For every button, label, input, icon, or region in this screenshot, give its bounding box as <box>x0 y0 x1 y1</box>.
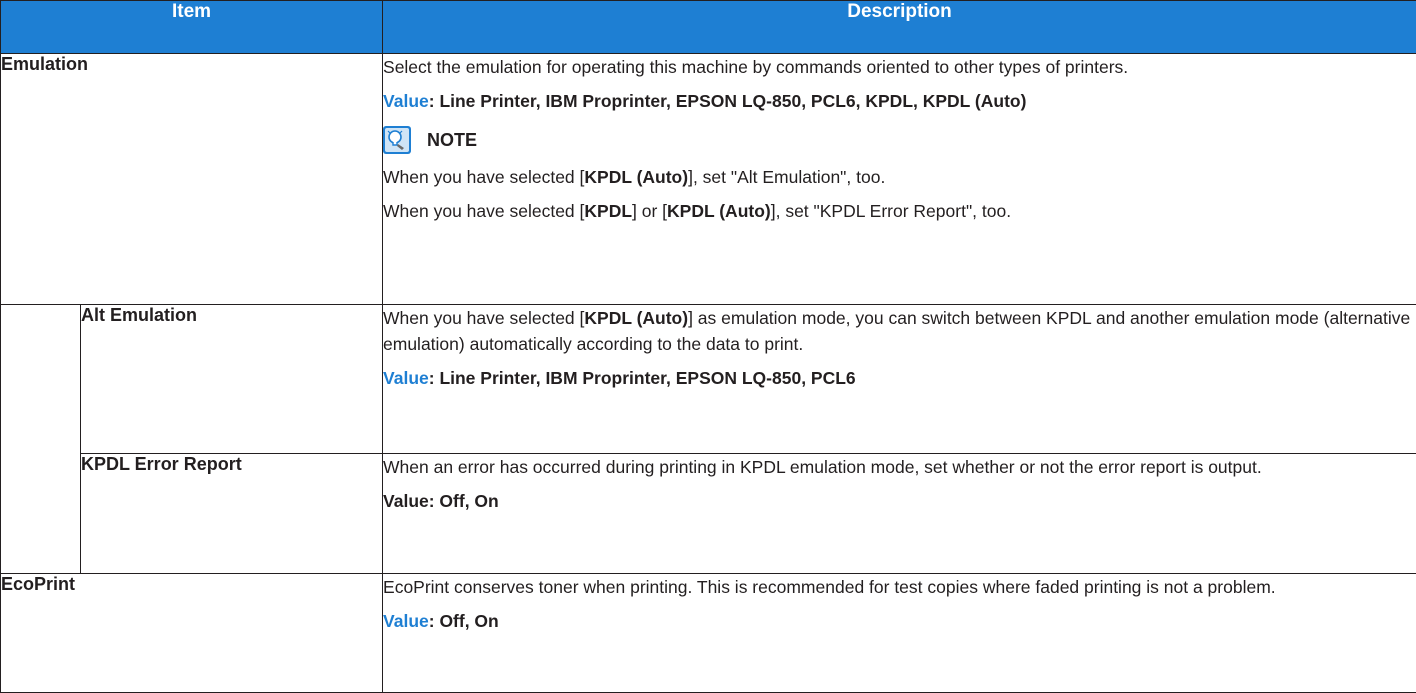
header-description: Description <box>382 0 1416 54</box>
table-row-emulation: Emulation Select the emulation for opera… <box>0 52 1416 306</box>
table-row-ecoprint: EcoPrint EcoPrint conserves toner when p… <box>0 573 1416 693</box>
ecoprint-description: EcoPrint conserves toner when printing. … <box>383 577 1276 598</box>
note-line-2: When you have selected [KPDL] or [KPDL (… <box>383 200 1012 221</box>
ecoprint-value-text: : Off, On <box>428 611 499 632</box>
item-kpdl-error-report: KPDL Error Report <box>79 453 384 575</box>
indent-cell <box>0 304 81 575</box>
emulation-value: Value: Line Printer, IBM Proprinter, EPS… <box>383 88 1416 114</box>
ecoprint-value: Value: Off, On <box>383 608 1416 634</box>
kpdl-error-report-value: Value: Off, On <box>383 491 499 512</box>
desc-alt-emulation: When you have selected [KPDL (Auto)] as … <box>382 304 1416 455</box>
table-row-alt-emulation: Alt Emulation When you have selected [KP… <box>0 304 1416 575</box>
desc-emulation: Select the emulation for operating this … <box>382 52 1416 306</box>
alt-emulation-value-label: Value <box>383 368 429 389</box>
table-row-kpdl-error-report: KPDL Error Report When an error has occu… <box>1 453 1416 575</box>
ecoprint-value-label: Value <box>383 611 429 632</box>
kpdl-error-report-description: When an error has occurred during printi… <box>383 457 1262 478</box>
item-alt-emulation: Alt Emulation <box>79 304 384 455</box>
note-title: NOTE <box>427 129 478 150</box>
settings-table: Item Description Emulation Select the em… <box>0 0 1416 693</box>
header-item: Item <box>0 0 384 54</box>
table-header-row: Item Description <box>0 0 1416 54</box>
note-lightbulb-icon <box>383 125 412 154</box>
desc-ecoprint: EcoPrint conserves toner when printing. … <box>382 573 1416 693</box>
emulation-value-text: : Line Printer, IBM Proprinter, EPSON LQ… <box>428 90 1027 111</box>
alt-emulation-description: When you have selected [KPDL (Auto)] as … <box>383 308 1411 355</box>
note-body: When you have selected [KPDL (Auto)], se… <box>383 164 1416 224</box>
alt-emulation-value-text: : Line Printer, IBM Proprinter, EPSON LQ… <box>428 368 856 389</box>
desc-kpdl-error-report: When an error has occurred during printi… <box>382 453 1416 575</box>
note-line-1: When you have selected [KPDL (Auto)], se… <box>383 166 886 187</box>
note-header: NOTE <box>383 125 1416 154</box>
item-emulation: Emulation <box>0 52 384 306</box>
emulation-value-label: Value <box>383 90 429 111</box>
alt-emulation-value: Value: Line Printer, IBM Proprinter, EPS… <box>383 365 1416 391</box>
item-ecoprint: EcoPrint <box>0 573 384 693</box>
emulation-description: Select the emulation for operating this … <box>383 56 1129 77</box>
